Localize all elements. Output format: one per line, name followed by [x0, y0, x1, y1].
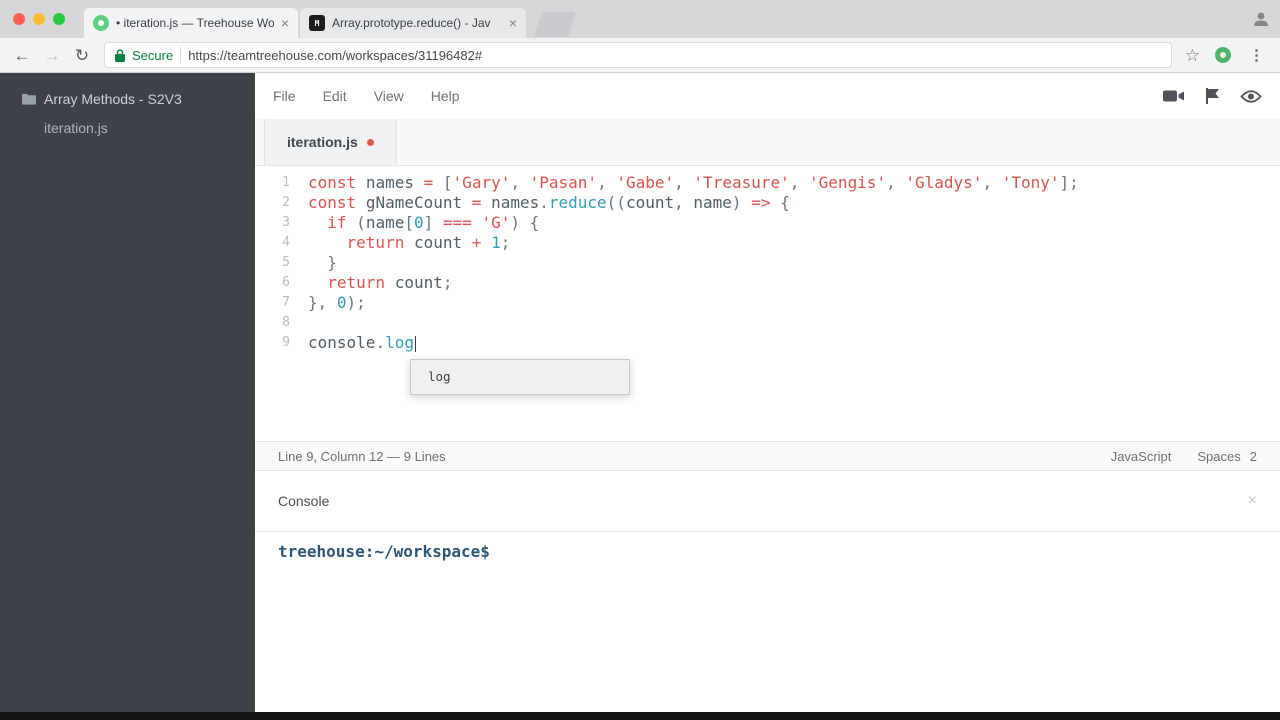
code-line: 8 [255, 313, 1280, 333]
browser-tab-workspace[interactable]: • iteration.js — Treehouse Wor × [84, 8, 298, 38]
window-controls [13, 13, 65, 25]
profile-icon[interactable] [1252, 10, 1270, 33]
reload-button[interactable]: ↻ [70, 47, 94, 64]
code-area: 1 const names = ['Gary', 'Pasan', 'Gabe',… [255, 173, 1280, 353]
cursor-position-label: Line 9, Column 12 — 9 Lines [278, 448, 446, 464]
tab-close-icon[interactable]: × [509, 16, 517, 30]
code-text: return count + 1; [346, 233, 511, 252]
code-text: const names = ['Gary', 'Pasan', 'Gabe', … [308, 173, 1079, 192]
extension-icon[interactable] [1215, 47, 1231, 63]
console-terminal[interactable]: treehouse:~/workspace$ [255, 532, 1280, 712]
code-line: 3 if (name[0] === 'G') { [255, 213, 1280, 233]
line-number: 6 [282, 275, 290, 290]
menubar-actions [1163, 87, 1262, 105]
statusbar-right: JavaScript Spaces 2 [1111, 449, 1257, 464]
file-tab-label: iteration.js [287, 134, 358, 150]
bottom-letterbox-bar [0, 712, 1280, 720]
flag-icon[interactable] [1205, 87, 1220, 105]
code-line: 4 return count + 1; [255, 233, 1280, 253]
code-line: 1 const names = ['Gary', 'Pasan', 'Gabe',… [255, 173, 1280, 193]
eye-icon[interactable] [1240, 89, 1262, 104]
line-number: 9 [282, 335, 290, 350]
sidebar-file-item[interactable]: iteration.js [44, 120, 255, 136]
code-text: const gNameCount = names.reduce((count, … [308, 193, 790, 212]
editor-pane: File Edit View Help iteration.js 1 const… [255, 73, 1280, 712]
browser-toolbar: ← → ↻ Secure https://teamtreehouse.com/w… [0, 38, 1280, 73]
window-close-button[interactable] [13, 13, 25, 25]
folder-icon [22, 93, 36, 105]
browser-tab-mdn[interactable]: M Array.prototype.reduce() - Jav × [300, 8, 526, 38]
line-number: 7 [282, 295, 290, 310]
security-label: Secure [132, 47, 174, 63]
file-tab-bar: iteration.js [255, 119, 1280, 166]
indent-label: Spaces [1197, 448, 1241, 464]
code-line: 7 }, 0); [255, 293, 1280, 313]
language-selector[interactable]: JavaScript [1111, 449, 1172, 464]
line-number: 8 [282, 315, 290, 330]
menu-file[interactable]: File [273, 88, 296, 104]
mdn-favicon-icon: M [309, 15, 325, 31]
workspace-menubar: File Edit View Help [255, 73, 1280, 119]
tab-close-icon[interactable]: × [281, 16, 289, 30]
unsaved-changes-dot [366, 138, 374, 146]
line-number: 3 [282, 215, 290, 230]
line-number: 2 [282, 195, 290, 210]
line-number: 5 [282, 255, 290, 270]
file-sidebar: Array Methods - S2V3 iteration.js [0, 73, 255, 712]
code-line: 5 } [255, 253, 1280, 273]
console-header: Console × [255, 471, 1280, 532]
project-folder-item[interactable]: Array Methods - S2V3 [22, 91, 255, 107]
indent-selector[interactable]: Spaces 2 [1197, 449, 1257, 464]
code-editor[interactable]: 1 const names = ['Gary', 'Pasan', 'Gabe',… [255, 166, 1280, 441]
omnibox-separator [180, 47, 182, 63]
project-name: Array Methods - S2V3 [44, 91, 182, 107]
terminal-prompt: treehouse:~/workspace$ [278, 542, 490, 561]
camera-icon[interactable] [1163, 88, 1185, 104]
autocomplete-item[interactable]: log [411, 360, 629, 394]
file-tab-iteration-js[interactable]: iteration.js [264, 119, 397, 165]
padlock-icon [115, 48, 125, 62]
line-number: 4 [282, 235, 290, 250]
menu-view[interactable]: View [374, 88, 404, 104]
code-line: 2 const gNameCount = names.reduce((count,… [255, 193, 1280, 213]
bookmark-star-icon[interactable]: ☆ [1182, 47, 1203, 64]
code-line: 9 console.log [255, 333, 1280, 353]
browser-tab-title: • iteration.js — Treehouse Wor [116, 16, 274, 30]
browser-tab-title: Array.prototype.reduce() - Jav [332, 16, 491, 30]
console-panel: Console × treehouse:~/workspace$ [255, 471, 1280, 712]
console-close-icon[interactable]: × [1248, 493, 1257, 509]
treehouse-favicon-icon [93, 15, 109, 31]
window-minimize-button[interactable] [33, 13, 45, 25]
code-text: } [327, 253, 337, 272]
workspace: Array Methods - S2V3 iteration.js File E… [0, 73, 1280, 712]
menu-help[interactable]: Help [431, 88, 460, 104]
code-text: }, 0); [308, 293, 366, 312]
window-zoom-button[interactable] [53, 13, 65, 25]
browser-window: • iteration.js — Treehouse Wor × M Array… [0, 0, 1280, 720]
code-line: 6 return count; [255, 273, 1280, 293]
browser-menu-dots-icon[interactable]: ⋮ [1243, 46, 1270, 64]
back-button[interactable]: ← [10, 47, 34, 64]
new-tab-button[interactable] [533, 12, 577, 37]
code-text: console.log [308, 333, 416, 352]
text-cursor [414, 335, 416, 352]
address-bar[interactable]: Secure https://teamtreehouse.com/workspa… [104, 42, 1172, 68]
code-text: return count; [327, 273, 453, 292]
line-number: 1 [282, 175, 290, 190]
forward-button[interactable]: → [40, 47, 64, 64]
browser-tabstrip: • iteration.js — Treehouse Wor × M Array… [0, 0, 1280, 38]
editor-statusbar: Line 9, Column 12 — 9 Lines JavaScript S… [255, 441, 1280, 471]
url-text: https://teamtreehouse.com/workspaces/311… [188, 47, 483, 63]
menu-edit[interactable]: Edit [323, 88, 347, 104]
autocomplete-popup: log [410, 359, 630, 395]
code-text: if (name[0] === 'G') { [327, 213, 540, 232]
console-tab[interactable]: Console [278, 493, 329, 509]
indent-value: 2 [1249, 448, 1257, 464]
